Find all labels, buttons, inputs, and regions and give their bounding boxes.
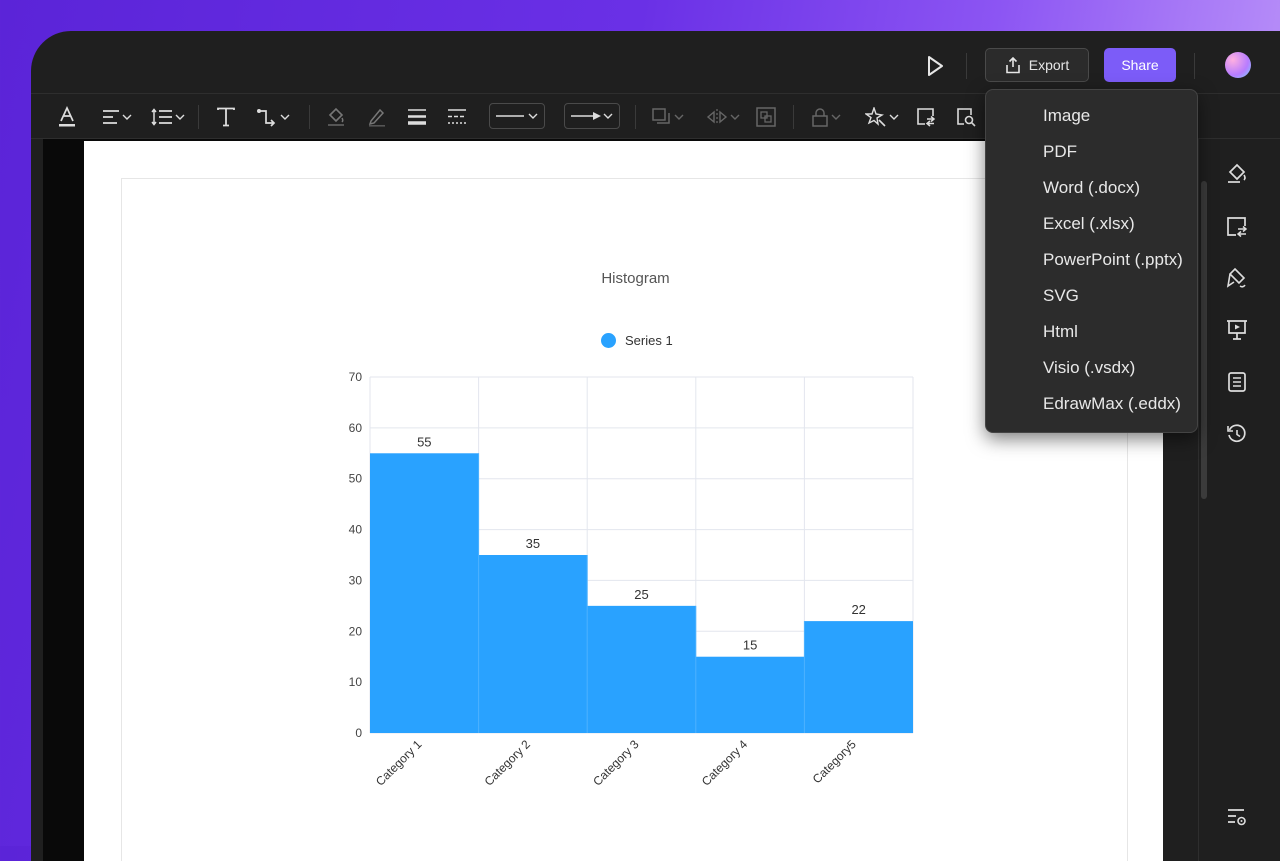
settings-icon[interactable] <box>1226 806 1248 828</box>
data-label: 15 <box>743 638 757 653</box>
share-button[interactable]: Share <box>1104 48 1176 82</box>
export-menu-item[interactable]: Image <box>986 98 1197 134</box>
lock-icon[interactable] <box>811 105 841 129</box>
chevron-down-icon <box>831 114 841 120</box>
data-label: 22 <box>851 602 865 617</box>
text-color-icon[interactable] <box>57 105 77 129</box>
line-spacing-icon[interactable] <box>151 105 185 129</box>
chevron-down-icon <box>730 114 740 120</box>
page-icon[interactable] <box>1226 371 1248 393</box>
y-tick-label: 70 <box>349 370 363 384</box>
export-menu-item[interactable]: Word (.docx) <box>986 170 1197 206</box>
presentation-icon[interactable] <box>1226 319 1248 341</box>
format-painter-icon[interactable] <box>1226 267 1248 289</box>
line-style-dropdown[interactable] <box>489 103 545 129</box>
export-menu-item[interactable]: Html <box>986 314 1197 350</box>
export-menu: Image PDF Word (.docx) Excel (.xlsx) PowerPo… <box>985 89 1198 433</box>
data-label: 25 <box>634 587 648 602</box>
export-menu-item[interactable]: Visio (.vsdx) <box>986 350 1197 386</box>
x-tick-label: Category 3 <box>590 737 642 789</box>
flip-icon[interactable] <box>706 105 740 129</box>
group-icon[interactable] <box>756 105 776 129</box>
arrange-icon[interactable] <box>652 105 684 129</box>
export-button[interactable]: Export <box>985 48 1089 82</box>
divider <box>966 53 967 79</box>
text-icon[interactable] <box>217 105 235 129</box>
avatar[interactable] <box>1225 52 1251 78</box>
export-menu-item[interactable]: Excel (.xlsx) <box>986 206 1197 242</box>
y-tick-label: 60 <box>349 421 363 435</box>
fill-icon[interactable] <box>1226 162 1248 184</box>
bar <box>370 453 479 733</box>
chevron-down-icon <box>603 113 613 119</box>
y-tick-label: 50 <box>349 472 363 486</box>
play-icon[interactable] <box>926 55 944 77</box>
bar <box>804 621 913 733</box>
export-icon <box>1005 56 1020 73</box>
export-menu-item[interactable]: EdrawMax (.eddx) <box>986 386 1197 422</box>
bar <box>695 656 805 733</box>
y-tick-label: 10 <box>349 675 363 689</box>
history-icon[interactable] <box>1226 423 1248 445</box>
find-icon[interactable] <box>956 105 976 129</box>
data-label: 55 <box>417 434 431 449</box>
x-tick-label: Category5 <box>810 737 859 786</box>
data-label: 35 <box>526 536 540 551</box>
align-icon[interactable] <box>102 105 132 129</box>
divider <box>309 105 310 129</box>
export-label: Export <box>1028 57 1070 73</box>
bar <box>587 605 696 733</box>
top-bar: Export Share <box>31 31 1280 93</box>
divider <box>198 105 199 129</box>
line-color-icon[interactable] <box>367 105 387 129</box>
line-weight-icon[interactable] <box>407 105 427 129</box>
chevron-down-icon <box>674 114 684 120</box>
y-tick-label: 30 <box>349 573 363 587</box>
export-menu-item[interactable]: SVG <box>986 278 1197 314</box>
chevron-down-icon <box>280 114 290 120</box>
chevron-down-icon <box>175 114 185 120</box>
replace-icon[interactable] <box>916 105 936 129</box>
bar <box>478 555 588 733</box>
divider <box>635 105 636 129</box>
y-tick-label: 20 <box>349 624 363 638</box>
fill-icon[interactable] <box>326 105 346 129</box>
magic-icon[interactable] <box>865 105 899 129</box>
x-tick-label: Category 1 <box>373 737 425 789</box>
chevron-down-icon <box>528 113 538 119</box>
export-menu-item[interactable]: PowerPoint (.pptx) <box>986 242 1197 278</box>
divider <box>1194 53 1195 79</box>
export-menu-item[interactable]: PDF <box>986 134 1197 170</box>
replace-icon[interactable] <box>1226 216 1248 238</box>
app-window: Export Share Histogram Series 1 0 10 20 … <box>31 31 1280 861</box>
y-tick-label: 40 <box>349 523 363 537</box>
chevron-down-icon <box>889 114 899 120</box>
x-tick-label: Category 2 <box>482 737 534 789</box>
right-panel <box>1198 139 1280 861</box>
connector-icon[interactable] <box>256 105 290 129</box>
chevron-down-icon <box>122 114 132 120</box>
x-tick-label: Category 4 <box>699 737 751 789</box>
dash-icon[interactable] <box>447 105 467 129</box>
arrow-style-dropdown[interactable] <box>564 103 620 129</box>
divider <box>793 105 794 129</box>
y-tick-label: 0 <box>355 726 362 740</box>
